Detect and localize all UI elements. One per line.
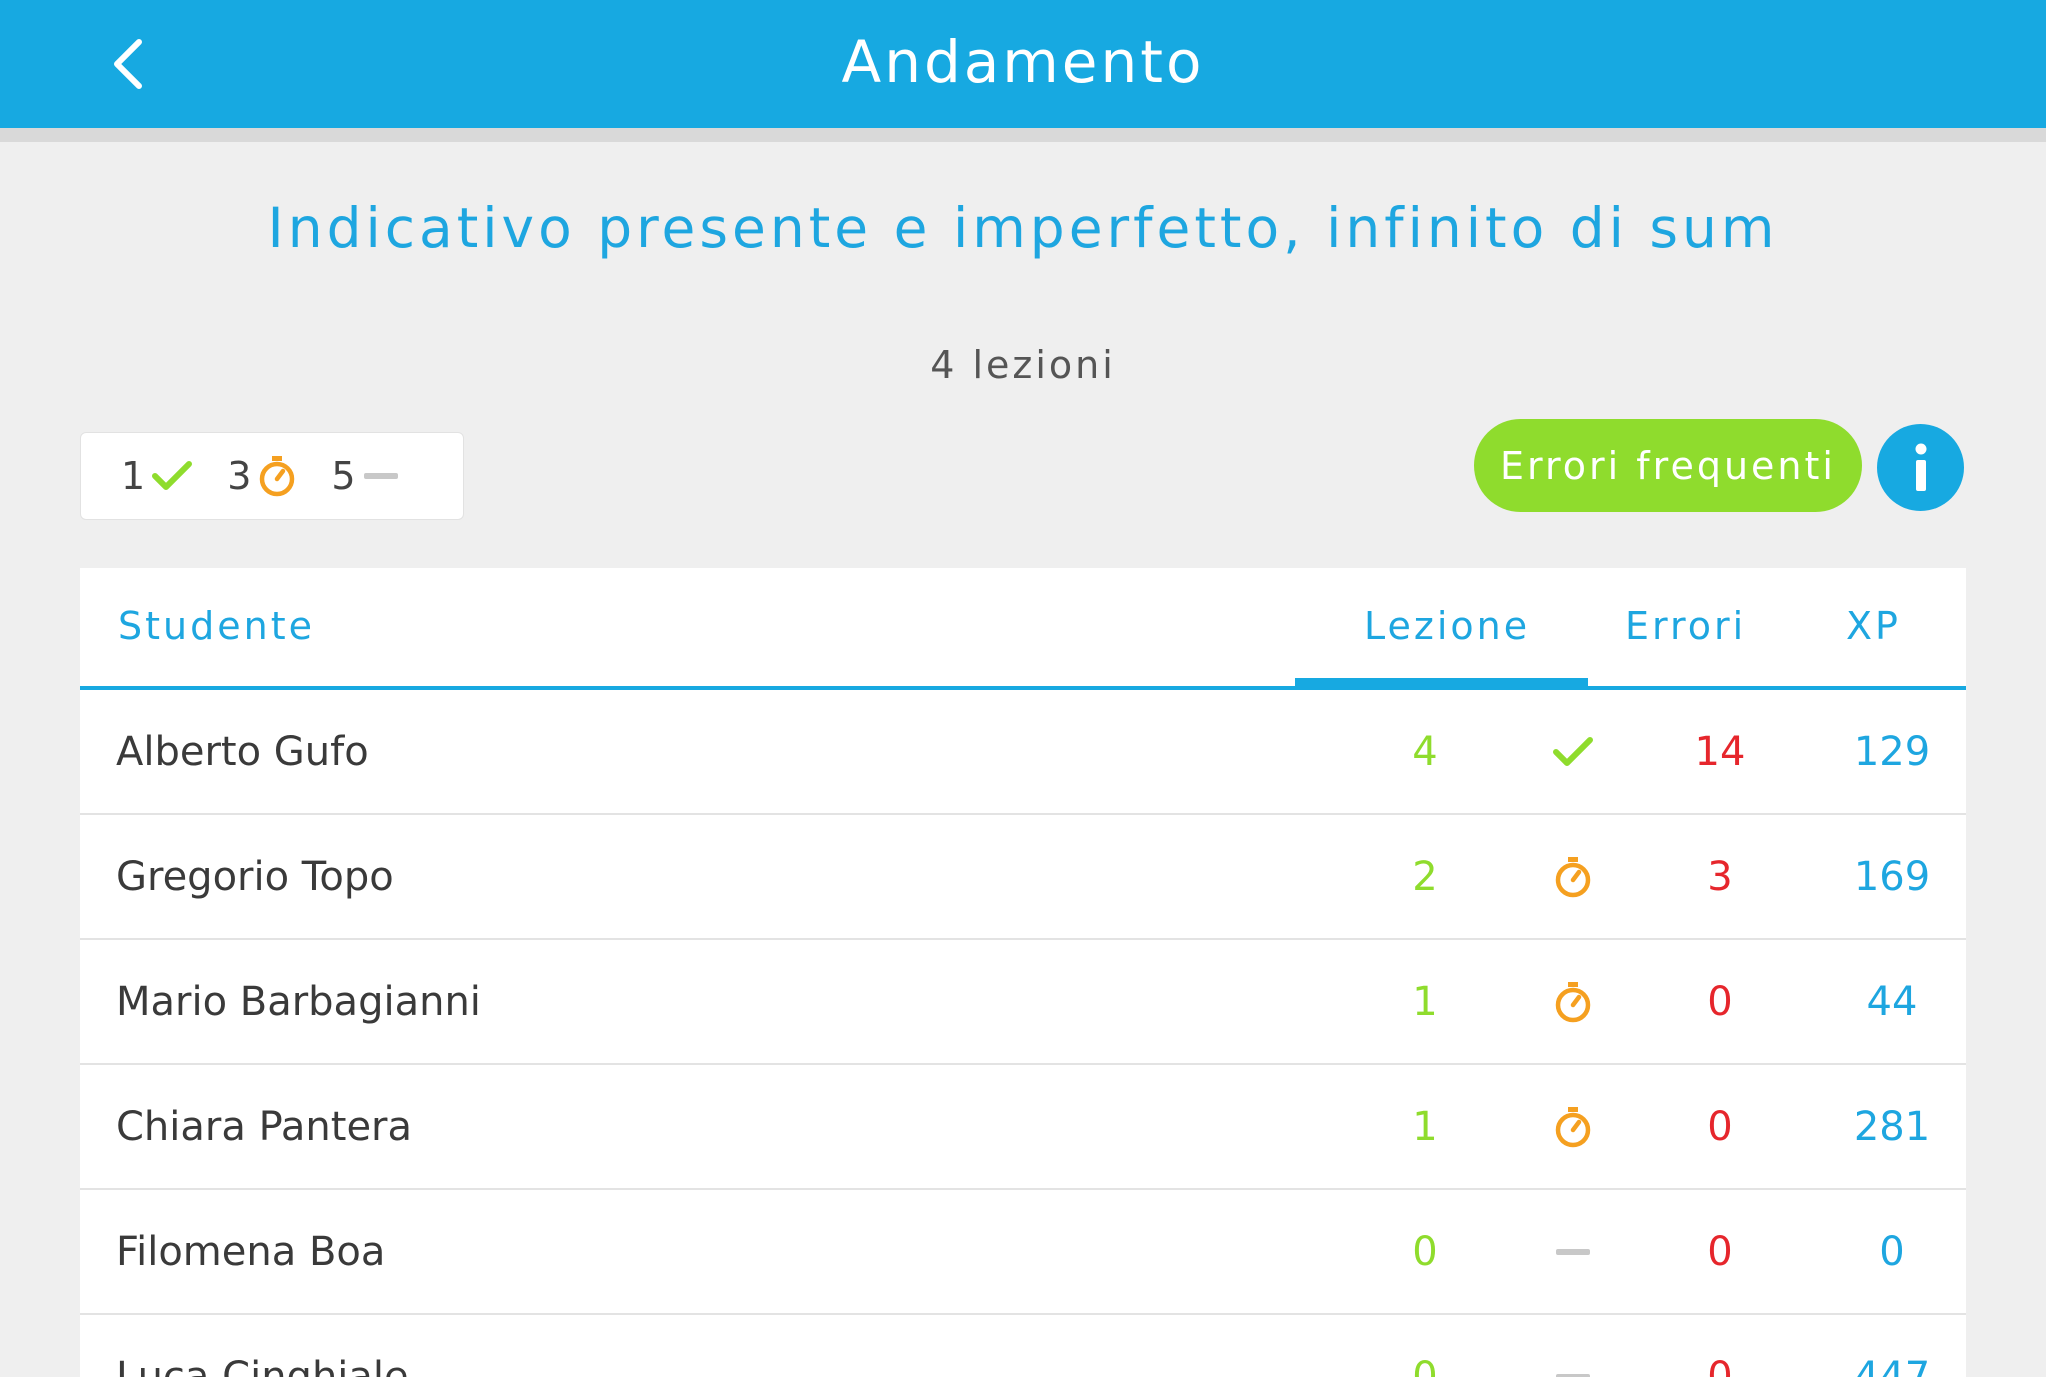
errors-cell: 3 — [1707, 853, 1733, 900]
active-sort-indicator — [1295, 678, 1588, 688]
column-header-student[interactable]: Studente — [118, 604, 315, 648]
table-row[interactable]: Luca Cinghiale 0 0 447 — [80, 1315, 1966, 1377]
info-icon — [1911, 443, 1931, 493]
lesson-count-cell: 0 — [1412, 1353, 1438, 1377]
summary-not-started: 5 — [331, 454, 399, 498]
student-name: Filomena Boa — [116, 1228, 386, 1275]
student-name: Chiara Pantera — [116, 1103, 413, 1150]
errors-cell: 0 — [1707, 978, 1733, 1025]
summary-completed: 1 — [121, 454, 193, 498]
lesson-count-cell: 1 — [1412, 1103, 1438, 1150]
chevron-left-icon — [111, 38, 145, 90]
lesson-count-cell: 1 — [1412, 978, 1438, 1025]
lesson-count-cell: 2 — [1412, 853, 1438, 900]
stopwatch-icon — [257, 454, 297, 498]
page-title: Andamento — [841, 28, 1205, 96]
frequent-errors-button[interactable]: Errori frequenti — [1474, 419, 1862, 512]
table-row[interactable]: Mario Barbagianni 1 0 44 — [80, 940, 1966, 1065]
errors-cell: 14 — [1694, 728, 1746, 775]
xp-cell: 129 — [1853, 728, 1931, 775]
summary-in-progress: 3 — [227, 454, 297, 498]
stopwatch-icon — [1533, 1065, 1613, 1188]
table-row[interactable]: Alberto Gufo 4 14 129 — [80, 690, 1966, 815]
status-summary: 1 3 5 — [80, 432, 464, 520]
xp-cell: 169 — [1853, 853, 1931, 900]
table-row[interactable]: Chiara Pantera 1 0 281 — [80, 1065, 1966, 1190]
xp-cell: 44 — [1866, 978, 1918, 1025]
xp-cell: 0 — [1879, 1228, 1905, 1275]
lesson-title: Indicativo presente e imperfetto, infini… — [267, 196, 1779, 260]
stopwatch-icon — [1533, 940, 1613, 1063]
lesson-count-cell: 4 — [1412, 728, 1438, 775]
student-name: Alberto Gufo — [116, 728, 369, 775]
not-started-count: 5 — [331, 454, 356, 498]
student-name: Luca Cinghiale — [116, 1353, 409, 1377]
check-icon — [1533, 690, 1613, 813]
student-name: Mario Barbagianni — [116, 978, 481, 1025]
stopwatch-icon — [1533, 815, 1613, 938]
info-button[interactable] — [1877, 424, 1964, 511]
dash-icon — [1533, 1190, 1613, 1313]
lesson-count: 4 lezioni — [930, 343, 1116, 387]
app-header: Andamento — [0, 0, 2046, 128]
students-table: Studente Lezione Errori XP Alberto Gufo 4… — [80, 568, 1966, 1377]
student-name: Gregorio Topo — [116, 853, 394, 900]
completed-count: 1 — [121, 454, 146, 498]
lesson-count-cell: 0 — [1412, 1228, 1438, 1275]
column-header-errors[interactable]: Errori — [1625, 604, 1746, 648]
back-button[interactable] — [96, 30, 160, 98]
table-row[interactable]: Filomena Boa 0 0 0 — [80, 1190, 1966, 1315]
errors-cell: 0 — [1707, 1353, 1733, 1377]
check-icon — [151, 459, 193, 493]
dash-icon — [1533, 1315, 1613, 1377]
in-progress-count: 3 — [227, 454, 252, 498]
dash-icon — [362, 471, 400, 481]
column-header-xp[interactable]: XP — [1846, 604, 1901, 648]
xp-cell: 447 — [1853, 1353, 1931, 1377]
xp-cell: 281 — [1853, 1103, 1931, 1150]
header-shadow — [0, 128, 2046, 142]
column-header-lesson[interactable]: Lezione — [1364, 604, 1530, 648]
errors-cell: 0 — [1707, 1103, 1733, 1150]
table-row[interactable]: Gregorio Topo 2 3 169 — [80, 815, 1966, 940]
errors-cell: 0 — [1707, 1228, 1733, 1275]
table-header: Studente Lezione Errori XP — [80, 568, 1966, 690]
